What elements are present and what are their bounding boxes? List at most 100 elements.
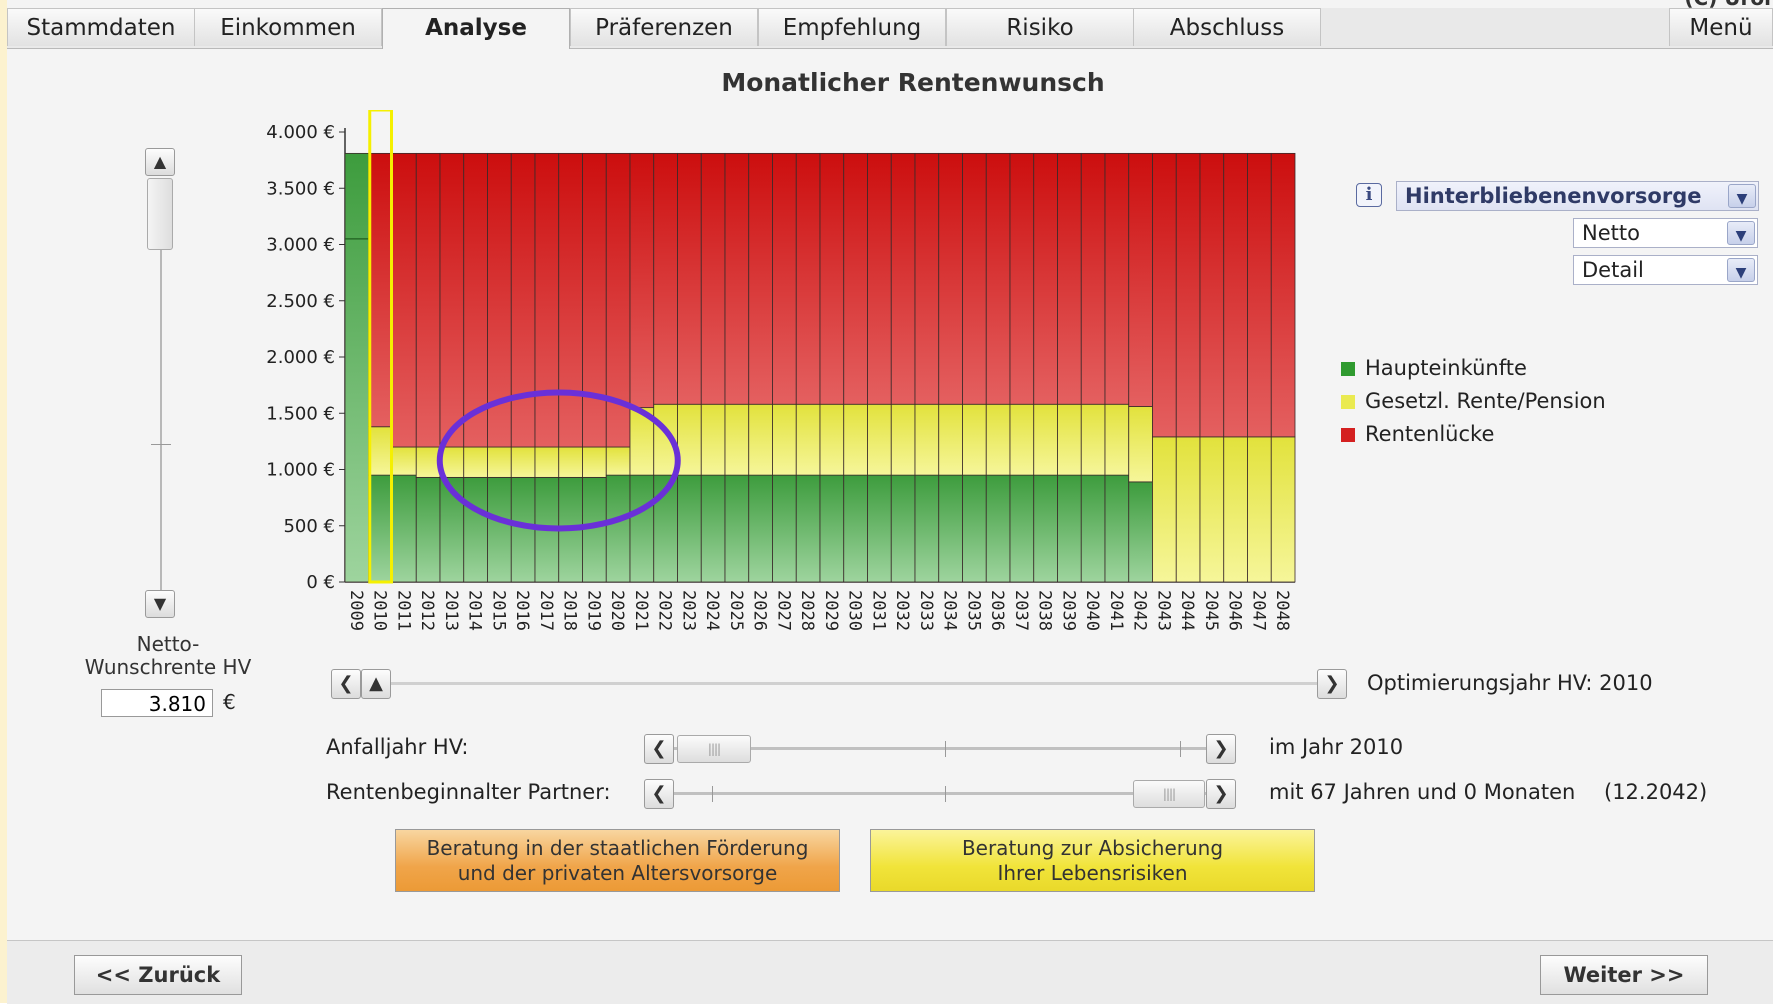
bar-segment-haupteinkuenfte (605, 474, 631, 583)
legend-label: Rentenlücke (1365, 422, 1495, 446)
x-tick-label: 2018 (560, 590, 580, 631)
back-button[interactable]: << Zurück (74, 955, 242, 995)
menu-button[interactable]: Menü (1669, 8, 1773, 46)
tab-analyse[interactable]: Analyse (382, 8, 570, 49)
bar-segment-luecke (1247, 152, 1272, 438)
x-tick-label: 2043 (1153, 590, 1173, 631)
bar-segment-rente (582, 446, 607, 478)
y-tick-label: 3.000 € (266, 235, 335, 256)
bar-segment-rente (534, 446, 560, 478)
bar-segment-rente (1104, 403, 1130, 476)
chevron-left-icon[interactable]: ❮ (644, 779, 674, 809)
bar-segment-rente (1247, 436, 1272, 583)
x-tick-label: 2046 (1225, 590, 1245, 631)
anfalljahr-thumb[interactable]: |||| (677, 735, 751, 763)
tab-einkommen[interactable]: Einkommen (194, 8, 382, 46)
rentenbeginn-date: (12.2042) (1604, 780, 1708, 804)
bar-segment-rente (1033, 403, 1058, 476)
bar-segment-luecke (1128, 152, 1153, 407)
x-tick-label: 2037 (1011, 590, 1031, 631)
chevron-down-icon[interactable]: ▼ (145, 590, 175, 618)
tab-pr-ferenzen[interactable]: Präferenzen (570, 8, 758, 46)
bar-segment-luecke (1057, 152, 1082, 405)
y-tick-label: 2.500 € (266, 291, 335, 312)
bar-segment-rente (1080, 403, 1106, 476)
bar-segment-haupteinkuenfte (985, 474, 1011, 583)
bar-segment-haupteinkuenfte (867, 474, 892, 583)
anfalljahr-track (674, 747, 1206, 750)
bar-segment-luecke (1175, 152, 1201, 438)
bar-segment-luecke (1080, 152, 1106, 405)
select-detail[interactable]: Detail ▼ (1573, 255, 1758, 285)
wish-vertical-slider[interactable]: ▲ ▼ (145, 148, 179, 618)
y-tick-label: 0 € (306, 572, 335, 593)
bar-segment-haupteinkuenfte (344, 152, 370, 583)
x-tick-label: 2045 (1201, 590, 1221, 631)
bar-segment-rente (843, 403, 868, 476)
info-icon[interactable]: i (1356, 183, 1382, 207)
advice-pension-button[interactable]: Beratung in der staatlichen Förderung un… (395, 829, 840, 892)
bar-segment-rente (1128, 406, 1153, 483)
bar-segment-luecke (392, 152, 417, 448)
bar-segment-rente (748, 403, 773, 476)
chevron-up-icon[interactable]: ▲ (145, 148, 175, 176)
rentenbeginn-slider[interactable]: ❮ |||| ❯ (644, 779, 1236, 809)
chevron-down-icon[interactable]: ▼ (1727, 258, 1755, 282)
tab-risiko[interactable]: Risiko (946, 8, 1134, 46)
bar-segment-luecke (1199, 152, 1225, 438)
bar-segment-rente (487, 446, 512, 478)
chevron-left-icon[interactable]: ❮ (331, 669, 361, 699)
chevron-left-icon[interactable]: ❮ (644, 734, 674, 764)
x-tick-label: 2011 (393, 590, 413, 631)
anfalljahr-slider[interactable]: ❮ |||| ❯ (644, 734, 1236, 764)
bar-segment-haupteinkuenfte (415, 476, 441, 583)
bar-segment-rente (938, 403, 963, 476)
chevron-right-icon[interactable]: ❯ (1317, 669, 1347, 699)
chevron-down-icon[interactable]: ▼ (1727, 221, 1755, 245)
wish-label-line1: Netto- (136, 632, 200, 656)
bar-segment-luecke (962, 152, 987, 405)
bar-segment-luecke (724, 152, 750, 405)
x-tick-label: 2010 (370, 590, 390, 631)
wish-label: Netto- Wunschrente HV (73, 633, 263, 679)
year-scrollbar[interactable]: ❮ ▲ ❯ (331, 669, 1347, 699)
chevron-down-icon[interactable]: ▼ (1728, 184, 1756, 208)
chevron-right-icon[interactable]: ❯ (1206, 779, 1236, 809)
anfalljahr-tick (1180, 741, 1181, 757)
tab-empfehlung[interactable]: Empfehlung (758, 8, 946, 46)
bar-segment-luecke (629, 152, 655, 409)
bar-segment-haupteinkuenfte (724, 474, 750, 583)
select-hinterbliebenenvorsorge[interactable]: Hinterbliebenenvorsorge ▼ (1396, 181, 1759, 211)
chevron-up-icon[interactable]: ▲ (361, 669, 391, 699)
tab-abschluss[interactable]: Abschluss (1133, 8, 1321, 46)
advice-risk-line1: Beratung zur Absicherung (961, 836, 1224, 860)
x-tick-label: 2020 (607, 590, 627, 631)
x-tick-label: 2033 (916, 590, 936, 631)
x-tick-label: 2029 (821, 590, 841, 631)
anfalljahr-value: im Jahr 2010 (1269, 735, 1404, 759)
bar-segment-rente (1199, 436, 1225, 583)
bar-segment-rente (772, 403, 797, 476)
next-button[interactable]: Weiter >> (1540, 955, 1708, 995)
rentenbeginn-track (674, 792, 1206, 795)
rentenbeginn-tick (712, 786, 713, 802)
bar-segment-rente (985, 403, 1011, 476)
advice-risk-button[interactable]: Beratung zur Absicherung Ihrer Lebensris… (870, 829, 1315, 892)
bar-segment-haupteinkuenfte (487, 476, 512, 583)
x-tick-label: 2012 (417, 590, 437, 631)
rentenbeginn-thumb[interactable]: |||| (1133, 780, 1205, 808)
select-netto[interactable]: Netto ▼ (1573, 218, 1758, 248)
advice-pension-line2: und der privaten Altersvorsorge (457, 861, 778, 885)
bar-segment-rente (415, 446, 441, 478)
x-tick-label: 2027 (773, 590, 793, 631)
x-tick-label: 2024 (702, 590, 722, 631)
bar-segment-haupteinkuenfte (1128, 481, 1153, 583)
vertical-slider-thumb[interactable] (147, 178, 173, 250)
bar-segment-luecke (843, 152, 868, 405)
bar-segment-haupteinkuenfte (962, 474, 987, 583)
legend-swatch-green (1341, 362, 1355, 376)
wish-amount-input[interactable] (101, 689, 213, 717)
chevron-right-icon[interactable]: ❯ (1206, 734, 1236, 764)
tab-stammdaten[interactable]: Stammdaten (7, 8, 195, 46)
x-tick-label: 2035 (963, 590, 983, 631)
